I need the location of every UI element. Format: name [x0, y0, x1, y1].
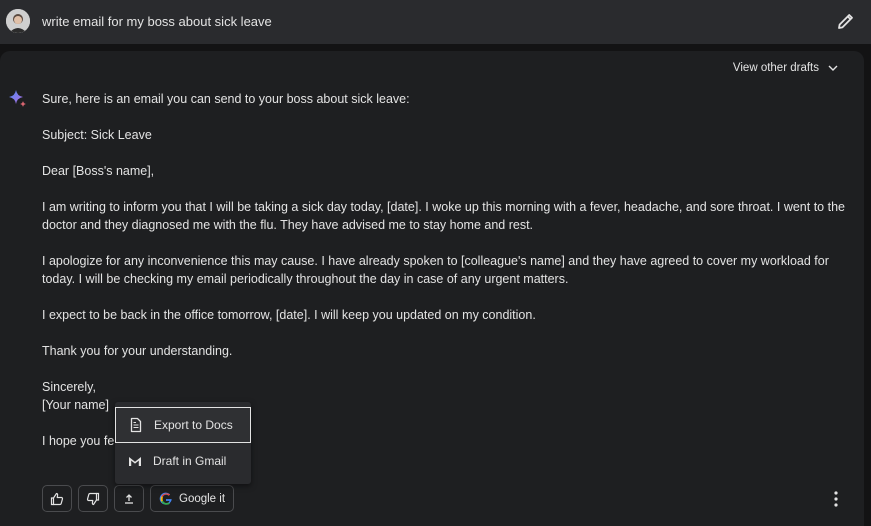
google-it-button[interactable]: Google it [150, 485, 235, 512]
export-to-docs-label: Export to Docs [154, 418, 233, 432]
email-closing-thanks: Thank you for your understanding. [42, 344, 233, 358]
user-photo-icon [6, 9, 30, 33]
view-other-drafts-label: View other drafts [732, 62, 819, 74]
email-greeting: Dear [Boss's name], [42, 164, 155, 178]
gemini-spark-icon [9, 90, 26, 107]
response-intro: Sure, here is an email you can send to y… [42, 92, 410, 106]
edit-pencil-icon[interactable] [836, 11, 856, 31]
upload-icon [125, 493, 133, 504]
email-subject: Subject: Sick Leave [42, 128, 152, 142]
user-avatar[interactable] [6, 9, 30, 33]
thumbs-down-icon [86, 492, 100, 505]
prompt-bar: write email for my boss about sick leave [0, 0, 871, 44]
export-menu: Export to Docs Draft in Gmail [115, 402, 251, 484]
draft-in-gmail-label: Draft in Gmail [153, 454, 227, 468]
email-signoff: Sincerely, [42, 380, 96, 394]
email-paragraph: I apologize for any inconvenience this m… [42, 254, 829, 286]
document-icon [130, 417, 142, 433]
thumbs-up-icon [50, 492, 64, 505]
share-export-button[interactable] [114, 485, 144, 512]
google-it-label: Google it [179, 492, 226, 505]
thumbs-up-button[interactable] [42, 485, 72, 512]
email-paragraph: I am writing to inform you that I will b… [42, 200, 845, 232]
google-g-icon [159, 492, 172, 505]
prompt-text: write email for my boss about sick leave [42, 14, 272, 29]
response-actions: Google it [42, 485, 235, 512]
more-options-icon[interactable] [828, 489, 844, 509]
export-to-docs-item[interactable]: Export to Docs [115, 407, 251, 443]
chevron-down-icon [828, 65, 838, 71]
email-paragraph: I expect to be back in the office tomorr… [42, 308, 536, 322]
response-body: Sure, here is an email you can send to y… [42, 90, 862, 450]
thumbs-down-button[interactable] [78, 485, 108, 512]
gmail-icon [129, 457, 141, 466]
view-other-drafts-button[interactable]: View other drafts [733, 62, 839, 74]
draft-in-gmail-item[interactable]: Draft in Gmail [115, 443, 251, 479]
